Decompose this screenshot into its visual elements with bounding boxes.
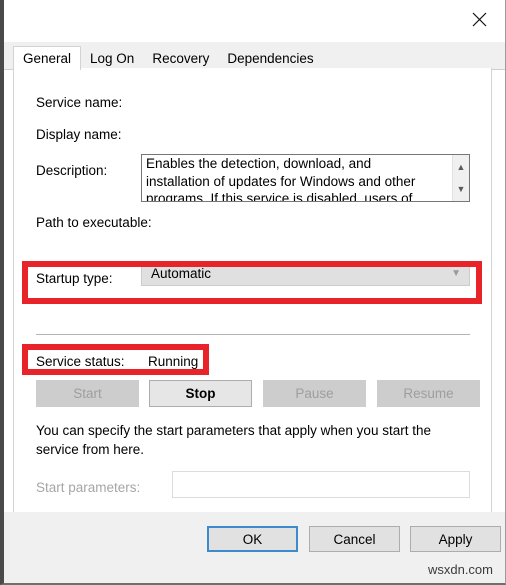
- tab-recovery[interactable]: Recovery: [143, 48, 218, 70]
- tab-log-on[interactable]: Log On: [81, 48, 143, 70]
- start-parameters-input[interactable]: [172, 471, 470, 498]
- chevron-down-icon[interactable]: ▼: [453, 181, 469, 197]
- section-divider: [36, 334, 470, 335]
- startup-type-value: Automatic: [151, 266, 212, 281]
- service-name-label: Service name:: [36, 95, 123, 110]
- chevron-down-icon: ▼: [451, 268, 461, 279]
- start-button[interactable]: Start: [36, 380, 139, 407]
- tab-dependencies[interactable]: Dependencies: [218, 48, 322, 70]
- chevron-up-icon[interactable]: ▲: [453, 159, 469, 175]
- service-properties-dialog: General Log On Recovery Dependencies Ser…: [0, 0, 506, 585]
- display-name-label: Display name:: [36, 127, 122, 142]
- watermark: wsxdn.com: [427, 562, 493, 577]
- general-tab-panel: Service name: Display name: Description:…: [13, 68, 492, 514]
- ok-button[interactable]: OK: [207, 526, 298, 552]
- description-textarea[interactable]: Enables the detection, download, and ins…: [141, 154, 470, 202]
- cancel-button[interactable]: Cancel: [309, 526, 400, 552]
- stop-button[interactable]: Stop: [149, 380, 252, 407]
- tab-strip: General Log On Recovery Dependencies: [4, 42, 505, 70]
- close-icon[interactable]: [457, 2, 501, 36]
- title-bar: [4, 0, 505, 42]
- startup-type-label: Startup type:: [36, 271, 113, 286]
- description-text: Enables the detection, download, and ins…: [146, 156, 416, 202]
- resume-button[interactable]: Resume: [377, 380, 480, 407]
- path-to-executable-label: Path to executable:: [36, 215, 152, 230]
- start-parameters-label: Start parameters:: [36, 480, 141, 495]
- start-parameters-info-text: You can specify the start parameters tha…: [36, 423, 431, 457]
- service-status-label: Service status:: [36, 354, 125, 369]
- pause-button[interactable]: Pause: [263, 380, 366, 407]
- tab-general[interactable]: General: [13, 46, 82, 70]
- apply-button[interactable]: Apply: [410, 526, 501, 552]
- description-label: Description:: [36, 163, 108, 178]
- service-control-buttons: Start Stop Pause Resume: [36, 380, 480, 407]
- description-scrollbar[interactable]: ▲ ▼: [452, 155, 469, 201]
- service-status-value: Running: [148, 354, 199, 369]
- startup-type-dropdown[interactable]: Automatic ▼: [141, 262, 470, 286]
